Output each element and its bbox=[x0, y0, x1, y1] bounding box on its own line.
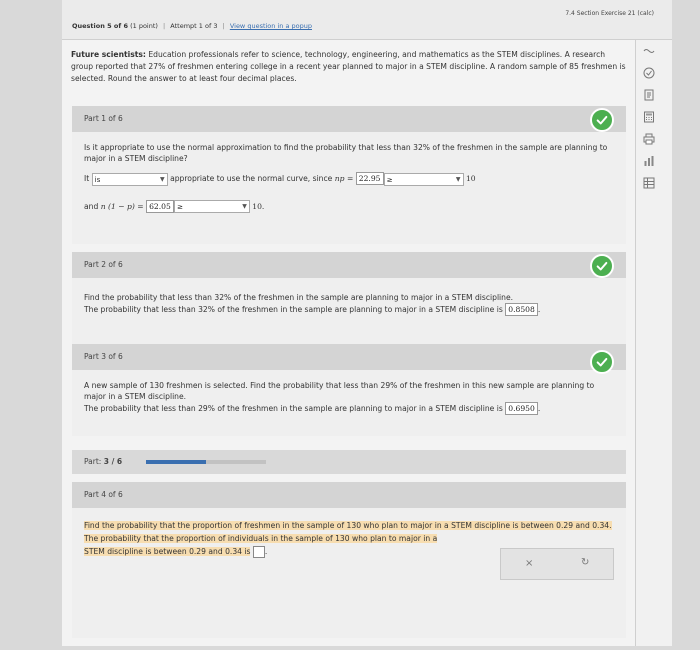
part-1-title: Part 1 of 6 bbox=[84, 114, 123, 123]
np-compare-value: ≥ bbox=[386, 174, 393, 184]
clear-button[interactable]: × bbox=[525, 558, 533, 569]
print-icon[interactable] bbox=[642, 132, 655, 145]
table-icon[interactable] bbox=[642, 176, 655, 189]
redo-button[interactable]: ↻ bbox=[581, 557, 589, 568]
n1p-label: n (1 − p) bbox=[100, 201, 135, 211]
points-label: (1 point) bbox=[130, 22, 158, 30]
intro-title: Future scientists: bbox=[71, 50, 146, 59]
part-3: Part 3 of 6 A new sample of 130 freshmen… bbox=[72, 344, 626, 436]
question-number: Question 5 of 6 bbox=[72, 22, 128, 30]
part-4-body: Find the probability that the proportion… bbox=[72, 508, 626, 638]
tools-sidebar bbox=[636, 40, 660, 205]
part-4: Part 4 of 6 Find the probability that th… bbox=[72, 482, 626, 638]
part-1-row-1: It is ▼ appropriate to use the normal cur… bbox=[84, 172, 614, 186]
n1p-compare-value: ≥ bbox=[176, 202, 183, 211]
check-icon bbox=[590, 254, 614, 278]
part-2-answer[interactable]: 0.8508 bbox=[505, 303, 538, 316]
part-1-body: Is it appropriate to use the normal appr… bbox=[72, 132, 626, 244]
part-4-answer-text-1: The probability that the proportion of i… bbox=[84, 534, 438, 543]
part-2-answer-line: The probability that less than 32% of th… bbox=[84, 303, 614, 316]
appropriate-text: appropriate to use the normal curve, sin… bbox=[170, 174, 333, 183]
divider: | bbox=[222, 22, 225, 30]
chevron-down-icon: ▼ bbox=[455, 175, 461, 183]
part-3-answer-line: The probability that less than 29% of th… bbox=[84, 402, 614, 415]
answer-actions: × ↻ bbox=[500, 548, 614, 580]
part-4-answer-text-2: STEM discipline is between 0.29 and 0.34… bbox=[84, 547, 251, 556]
np-label: np bbox=[334, 174, 345, 183]
question-intro: Future scientists: Education professiona… bbox=[71, 49, 627, 85]
part-4-question: Find the probability that the proportion… bbox=[84, 520, 620, 531]
np-answer[interactable]: 22.95 bbox=[355, 172, 384, 185]
section-label: 7.4 Section Exercise 21 (calc) bbox=[565, 10, 654, 17]
progress-prefix: Part: bbox=[84, 457, 102, 466]
check-icon bbox=[590, 108, 614, 132]
part-2-header: Part 2 of 6 bbox=[72, 252, 626, 278]
is-dropdown-value: is bbox=[94, 174, 101, 184]
progress-label: Part: 3 / 6 bbox=[84, 457, 122, 466]
reading-icon[interactable] bbox=[642, 44, 655, 57]
check-icon bbox=[590, 350, 614, 374]
is-dropdown[interactable]: is ▼ bbox=[91, 172, 168, 186]
part-4-question-text: Find the probability that the proportion… bbox=[84, 521, 612, 530]
period: . bbox=[264, 547, 268, 556]
check-circle-icon[interactable] bbox=[642, 66, 655, 79]
calculator-icon[interactable] bbox=[642, 110, 655, 123]
period: . bbox=[537, 305, 541, 314]
progress-value: 3 / 6 bbox=[103, 457, 123, 466]
chart-icon[interactable] bbox=[642, 154, 655, 167]
part-3-question: A new sample of 130 freshmen is selected… bbox=[84, 381, 595, 401]
part-3-answer-text: The probability that less than 29% of th… bbox=[84, 404, 503, 413]
intro-text: Education professionals refer to science… bbox=[71, 50, 626, 83]
part-3-title: Part 3 of 6 bbox=[84, 352, 123, 361]
part-2-question: Find the probability that less than 32% … bbox=[84, 293, 514, 302]
part-3-body: A new sample of 130 freshmen is selected… bbox=[72, 370, 626, 436]
question-panel: Future scientists: Education professiona… bbox=[62, 40, 636, 646]
ten-label: 10. bbox=[252, 201, 265, 211]
part-1: Part 1 of 6 Is it appropriate to use the… bbox=[72, 106, 626, 244]
part-3-header: Part 3 of 6 bbox=[72, 344, 626, 374]
period: . bbox=[537, 404, 541, 413]
np-compare-dropdown[interactable]: ≥ ▼ bbox=[383, 172, 464, 186]
attempt-label: Attempt 1 of 3 bbox=[170, 22, 218, 30]
chevron-down-icon: ▼ bbox=[160, 175, 165, 183]
part-2-answer-text: The probability that less than 32% of th… bbox=[84, 305, 503, 314]
and-label: and bbox=[84, 201, 99, 211]
equals-sign: = bbox=[137, 201, 144, 211]
view-popup-link[interactable]: View question in a popup bbox=[230, 22, 312, 30]
part-1-header: Part 1 of 6 bbox=[72, 106, 626, 132]
question-info: Question 5 of 6 (1 point) | Attempt 1 of… bbox=[72, 22, 312, 30]
part-4-answer-input[interactable] bbox=[252, 546, 265, 558]
part-progress: Part: 3 / 6 bbox=[72, 450, 626, 474]
progress-track bbox=[146, 460, 266, 464]
divider: | bbox=[163, 22, 166, 30]
equals-sign: = bbox=[346, 174, 354, 183]
ten-label: 10 bbox=[465, 174, 476, 183]
n1p-compare-dropdown[interactable]: ≥ ▼ bbox=[173, 200, 250, 213]
part-4-title: Part 4 of 6 bbox=[84, 490, 123, 499]
part-2-body: Find the probability that less than 32% … bbox=[72, 278, 626, 344]
question-header: 7.4 Section Exercise 21 (calc) Question … bbox=[62, 0, 672, 40]
part-2: Part 2 of 6 Find the probability that le… bbox=[72, 252, 626, 344]
progress-fill bbox=[146, 460, 206, 464]
n1p-answer[interactable]: 62.05 bbox=[146, 199, 174, 213]
part-4-header: Part 4 of 6 bbox=[72, 482, 626, 508]
part-4-answer-line-1: The probability that the proportion of i… bbox=[84, 533, 614, 544]
notes-icon[interactable] bbox=[642, 88, 655, 101]
part-1-row-2: and n (1 − p) = 62.05 ≥ ▼ 10. bbox=[84, 199, 614, 213]
part-3-answer[interactable]: 0.6950 bbox=[505, 402, 538, 415]
part-1-question: Is it appropriate to use the normal appr… bbox=[84, 143, 608, 163]
it-label: It bbox=[84, 174, 90, 183]
part-2-title: Part 2 of 6 bbox=[84, 260, 123, 269]
chevron-down-icon: ▼ bbox=[242, 203, 247, 210]
